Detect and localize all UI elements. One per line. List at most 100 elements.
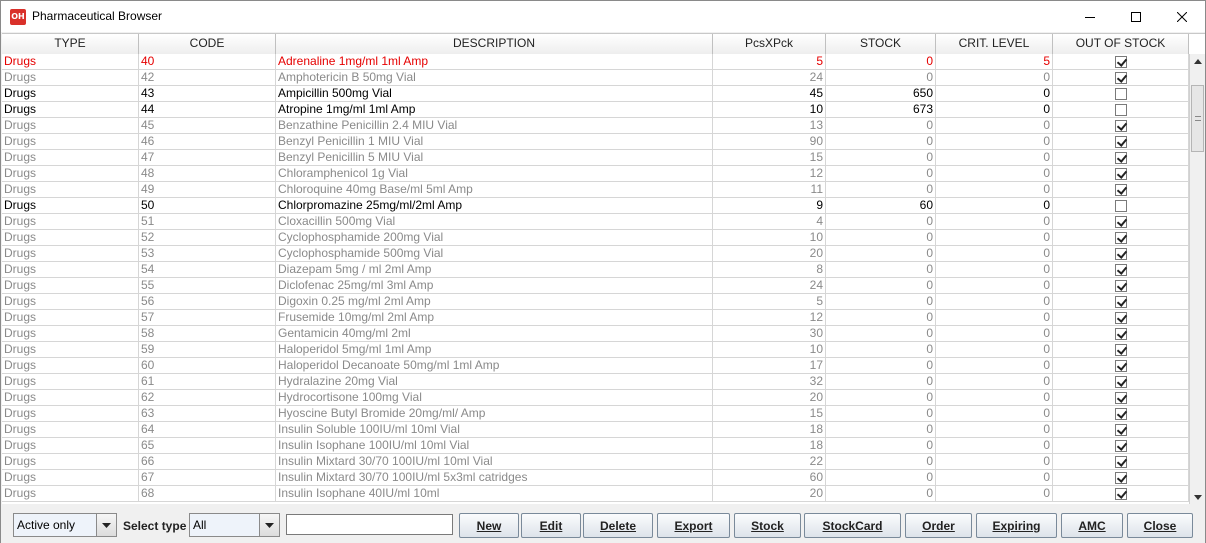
column-header-stock[interactable]: STOCK (826, 34, 936, 54)
stock-button[interactable]: Stock (734, 513, 801, 538)
out-of-stock-checkbox[interactable] (1114, 424, 1127, 436)
table-row[interactable]: Drugs 56 Digoxin 0.25 mg/ml 2ml Amp 5 0 0 (2, 294, 1189, 310)
out-of-stock-checkbox[interactable] (1114, 248, 1127, 260)
stockcard-button[interactable]: StockCard (804, 513, 901, 538)
cell-type: Drugs (2, 438, 139, 454)
out-of-stock-checkbox[interactable] (1114, 456, 1127, 468)
out-of-stock-checkbox[interactable] (1114, 216, 1127, 228)
out-of-stock-checkbox[interactable] (1114, 136, 1127, 148)
out-of-stock-checkbox[interactable] (1114, 360, 1127, 372)
out-of-stock-checkbox[interactable] (1114, 88, 1127, 100)
cell-description: Hydrocortisone 100mg Vial (276, 390, 713, 406)
table-row[interactable]: Drugs 61 Hydralazine 20mg Vial 32 0 0 (2, 374, 1189, 390)
table-row[interactable]: Drugs 50 Chlorpromazine 25mg/ml/2ml Amp 9 60… (2, 198, 1189, 214)
cell-pcsxpck: 18 (713, 422, 826, 438)
edit-button[interactable]: Edit (521, 513, 581, 538)
out-of-stock-checkbox[interactable] (1114, 200, 1127, 212)
delete-button[interactable]: Delete (583, 513, 653, 538)
out-of-stock-checkbox[interactable] (1114, 120, 1127, 132)
out-of-stock-checkbox[interactable] (1114, 472, 1127, 484)
table-row[interactable]: Drugs 43 Ampicillin 500mg Vial 45 650 0 (2, 86, 1189, 102)
table-row[interactable]: Drugs 45 Benzathine Penicillin 2.4 MIU Via… (2, 118, 1189, 134)
out-of-stock-checkbox[interactable] (1114, 56, 1127, 68)
close-button[interactable]: Close (1127, 513, 1193, 538)
search-input[interactable] (286, 514, 453, 535)
table-row[interactable]: Drugs 54 Diazepam 5mg / ml 2ml Amp 8 0 0 (2, 262, 1189, 278)
cell-code: 58 (139, 326, 276, 342)
table-row[interactable]: Drugs 62 Hydrocortisone 100mg Vial 20 0 0 (2, 390, 1189, 406)
table-row[interactable]: Drugs 63 Hyoscine Butyl Bromide 20mg/ml/ A… (2, 406, 1189, 422)
table-row[interactable]: Drugs 46 Benzyl Penicillin 1 MIU Vial 90 0 0 (2, 134, 1189, 150)
table-row[interactable]: Drugs 47 Benzyl Penicillin 5 MIU Vial 15 0 0 (2, 150, 1189, 166)
cell-code: 42 (139, 70, 276, 86)
active-filter-dropdown-button[interactable] (96, 514, 116, 536)
column-header-pcsxpck[interactable]: PcsXPck (713, 34, 826, 54)
table-row[interactable]: Drugs 52 Cyclophosphamide 200mg Vial 10 0 0 (2, 230, 1189, 246)
table-row[interactable]: Drugs 40 Adrenaline 1mg/ml 1ml Amp 5 0 5 (2, 54, 1189, 70)
active-filter-combo[interactable]: Active only (13, 513, 117, 537)
cell-stock: 0 (826, 166, 936, 182)
table-row[interactable]: Drugs 68 Insulin Isophane 40IU/ml 10ml 20 0 0 (2, 486, 1189, 502)
out-of-stock-checkbox[interactable] (1114, 312, 1127, 324)
out-of-stock-checkbox[interactable] (1114, 280, 1127, 292)
out-of-stock-checkbox[interactable] (1114, 232, 1127, 244)
out-of-stock-checkbox[interactable] (1114, 152, 1127, 164)
cell-description: Insulin Mixtard 30/70 100IU/ml 5x3ml cat… (276, 470, 713, 486)
table-row[interactable]: Drugs 60 Haloperidol Decanoate 50mg/ml 1ml… (2, 358, 1189, 374)
scroll-up-button[interactable] (1190, 54, 1205, 69)
column-header-code[interactable]: CODE (139, 34, 276, 54)
new-button[interactable]: New (459, 513, 519, 538)
close-window-button[interactable] (1159, 1, 1205, 32)
out-of-stock-checkbox[interactable] (1114, 488, 1127, 500)
column-header-description[interactable]: DESCRIPTION (276, 34, 713, 54)
out-of-stock-checkbox[interactable] (1114, 184, 1127, 196)
out-of-stock-checkbox[interactable] (1114, 408, 1127, 420)
cell-code: 48 (139, 166, 276, 182)
out-of-stock-checkbox[interactable] (1114, 392, 1127, 404)
table-row[interactable]: Drugs 49 Chloroquine 40mg Base/ml 5ml Amp 1… (2, 182, 1189, 198)
out-of-stock-checkbox[interactable] (1114, 72, 1127, 84)
cell-type: Drugs (2, 182, 139, 198)
table-row[interactable]: Drugs 65 Insulin Isophane 100IU/ml 10ml Vi… (2, 438, 1189, 454)
cell-code: 60 (139, 358, 276, 374)
scroll-down-button[interactable] (1190, 490, 1205, 504)
column-header-crit-level[interactable]: CRIT. LEVEL (936, 34, 1053, 54)
expiring-button[interactable]: Expiring (976, 513, 1057, 538)
pharmaceutical-browser-window: OH Pharmaceutical Browser TYPE CODE DESC… (0, 0, 1206, 543)
out-of-stock-checkbox[interactable] (1114, 328, 1127, 340)
table-row[interactable]: Drugs 48 Chloramphenicol 1g Vial 12 0 0 (2, 166, 1189, 182)
column-header-out-of-stock[interactable]: OUT OF STOCK (1053, 34, 1189, 54)
out-of-stock-checkbox[interactable] (1114, 104, 1127, 116)
table-row[interactable]: Drugs 51 Cloxacillin 500mg Vial 4 0 0 (2, 214, 1189, 230)
out-of-stock-checkbox[interactable] (1114, 344, 1127, 356)
table-row[interactable]: Drugs 67 Insulin Mixtard 30/70 100IU/ml 5x… (2, 470, 1189, 486)
table-row[interactable]: Drugs 42 Amphotericin B 50mg Vial 24 0 0 (2, 70, 1189, 86)
minimize-button[interactable] (1067, 1, 1113, 32)
table-row[interactable]: Drugs 64 Insulin Soluble 100IU/ml 10ml Via… (2, 422, 1189, 438)
vertical-scrollbar[interactable] (1189, 54, 1205, 504)
table-row[interactable]: Drugs 59 Haloperidol 5mg/ml 1ml Amp 10 0 0 (2, 342, 1189, 358)
table-row[interactable]: Drugs 66 Insulin Mixtard 30/70 100IU/ml 10… (2, 454, 1189, 470)
table-row[interactable]: Drugs 44 Atropine 1mg/ml 1ml Amp 10 673 0 (2, 102, 1189, 118)
out-of-stock-checkbox[interactable] (1114, 376, 1127, 388)
type-dropdown-button[interactable] (259, 514, 279, 536)
cell-description: Cloxacillin 500mg Vial (276, 214, 713, 230)
scrollbar-thumb[interactable] (1191, 85, 1204, 152)
out-of-stock-checkbox[interactable] (1114, 168, 1127, 180)
out-of-stock-checkbox[interactable] (1114, 264, 1127, 276)
maximize-button[interactable] (1113, 1, 1159, 32)
type-combo[interactable]: All (189, 513, 280, 537)
cell-crit-level: 0 (936, 134, 1053, 150)
cell-code: 63 (139, 406, 276, 422)
table-row[interactable]: Drugs 53 Cyclophosphamide 500mg Vial 20 0 0 (2, 246, 1189, 262)
column-header-type[interactable]: TYPE (2, 34, 139, 54)
table-row[interactable]: Drugs 55 Diclofenac 25mg/ml 3ml Amp 24 0 0 (2, 278, 1189, 294)
chevron-down-icon (265, 522, 274, 528)
amc-button[interactable]: AMC (1061, 513, 1123, 538)
table-row[interactable]: Drugs 57 Frusemide 10mg/ml 2ml Amp 12 0 0 (2, 310, 1189, 326)
export-button[interactable]: Export (657, 513, 730, 538)
out-of-stock-checkbox[interactable] (1114, 440, 1127, 452)
out-of-stock-checkbox[interactable] (1114, 296, 1127, 308)
table-row[interactable]: Drugs 58 Gentamicin 40mg/ml 2ml 30 0 0 (2, 326, 1189, 342)
order-button[interactable]: Order (905, 513, 972, 538)
